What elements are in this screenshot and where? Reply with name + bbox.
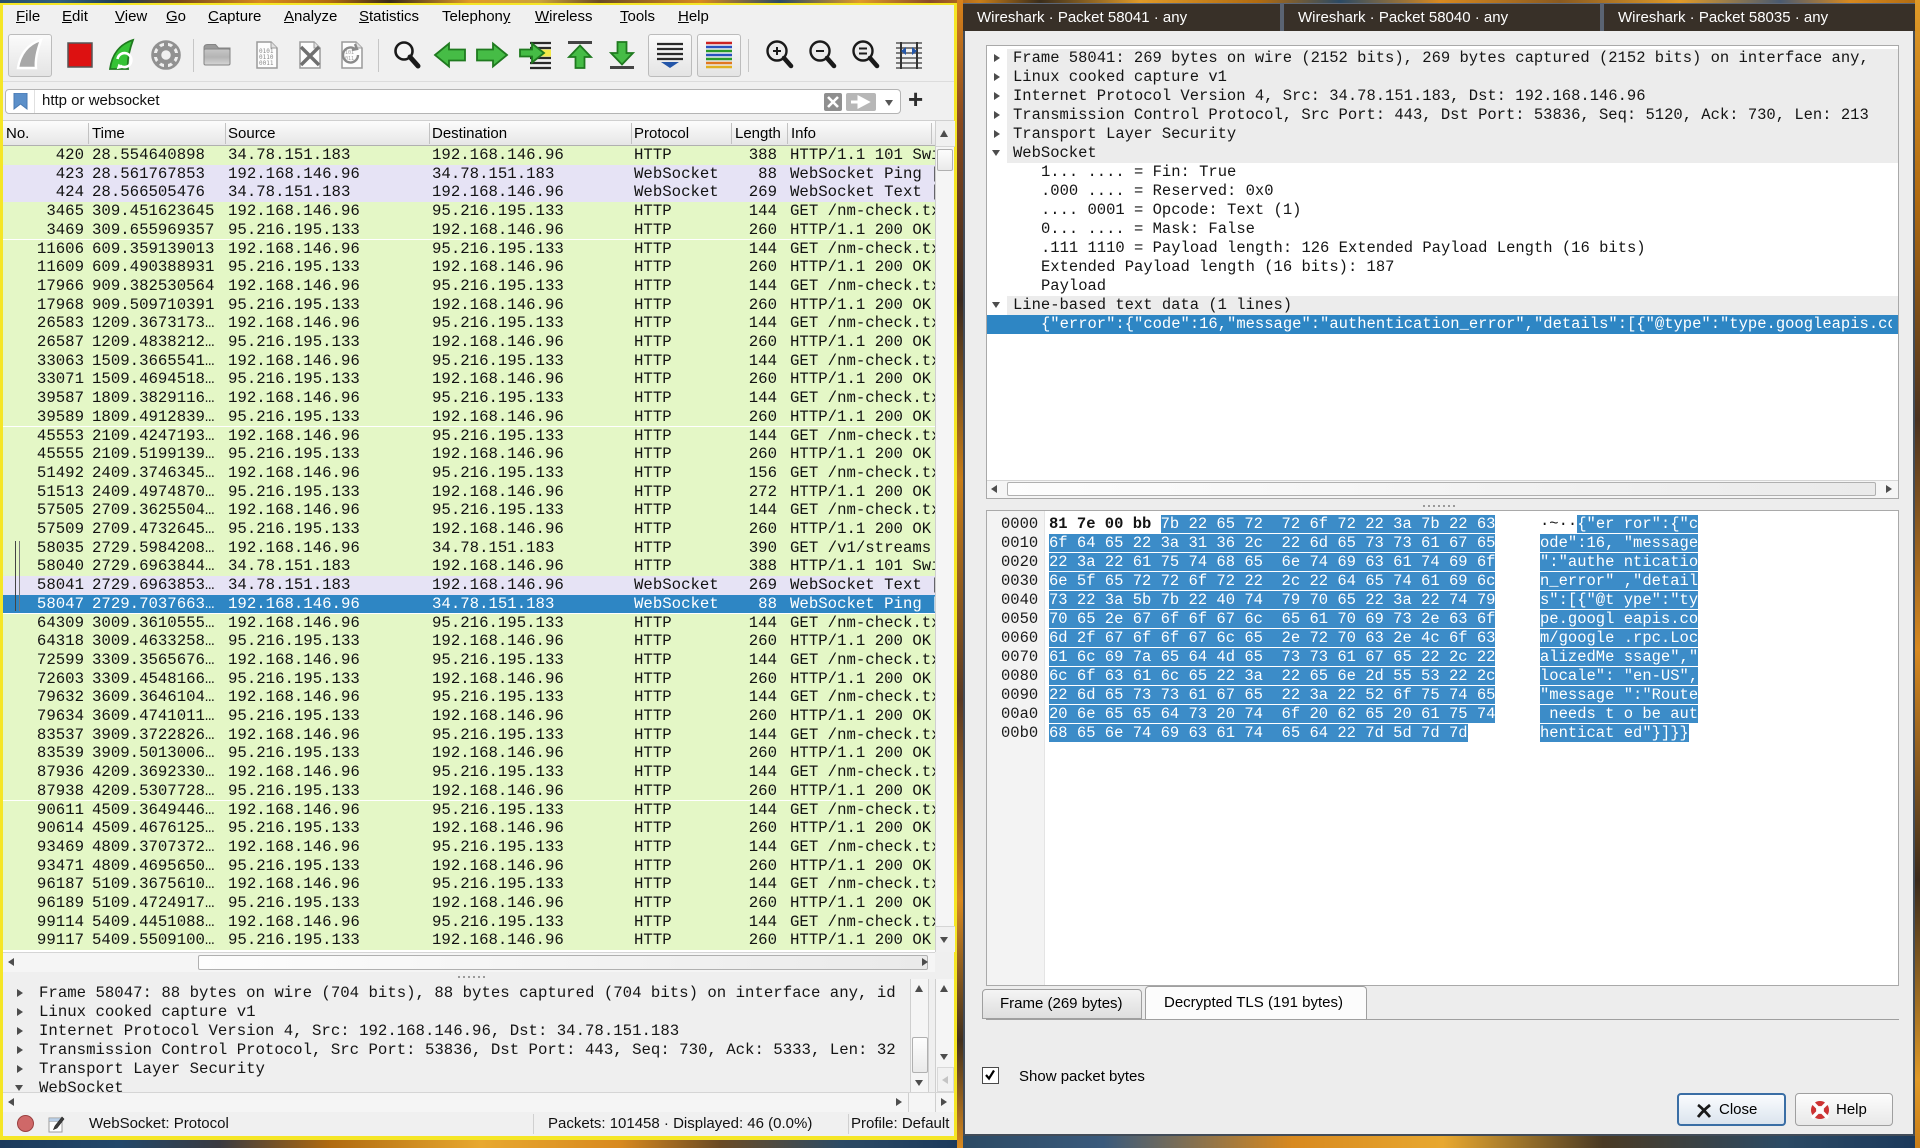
svg-text:0011: 0011 bbox=[259, 60, 274, 67]
